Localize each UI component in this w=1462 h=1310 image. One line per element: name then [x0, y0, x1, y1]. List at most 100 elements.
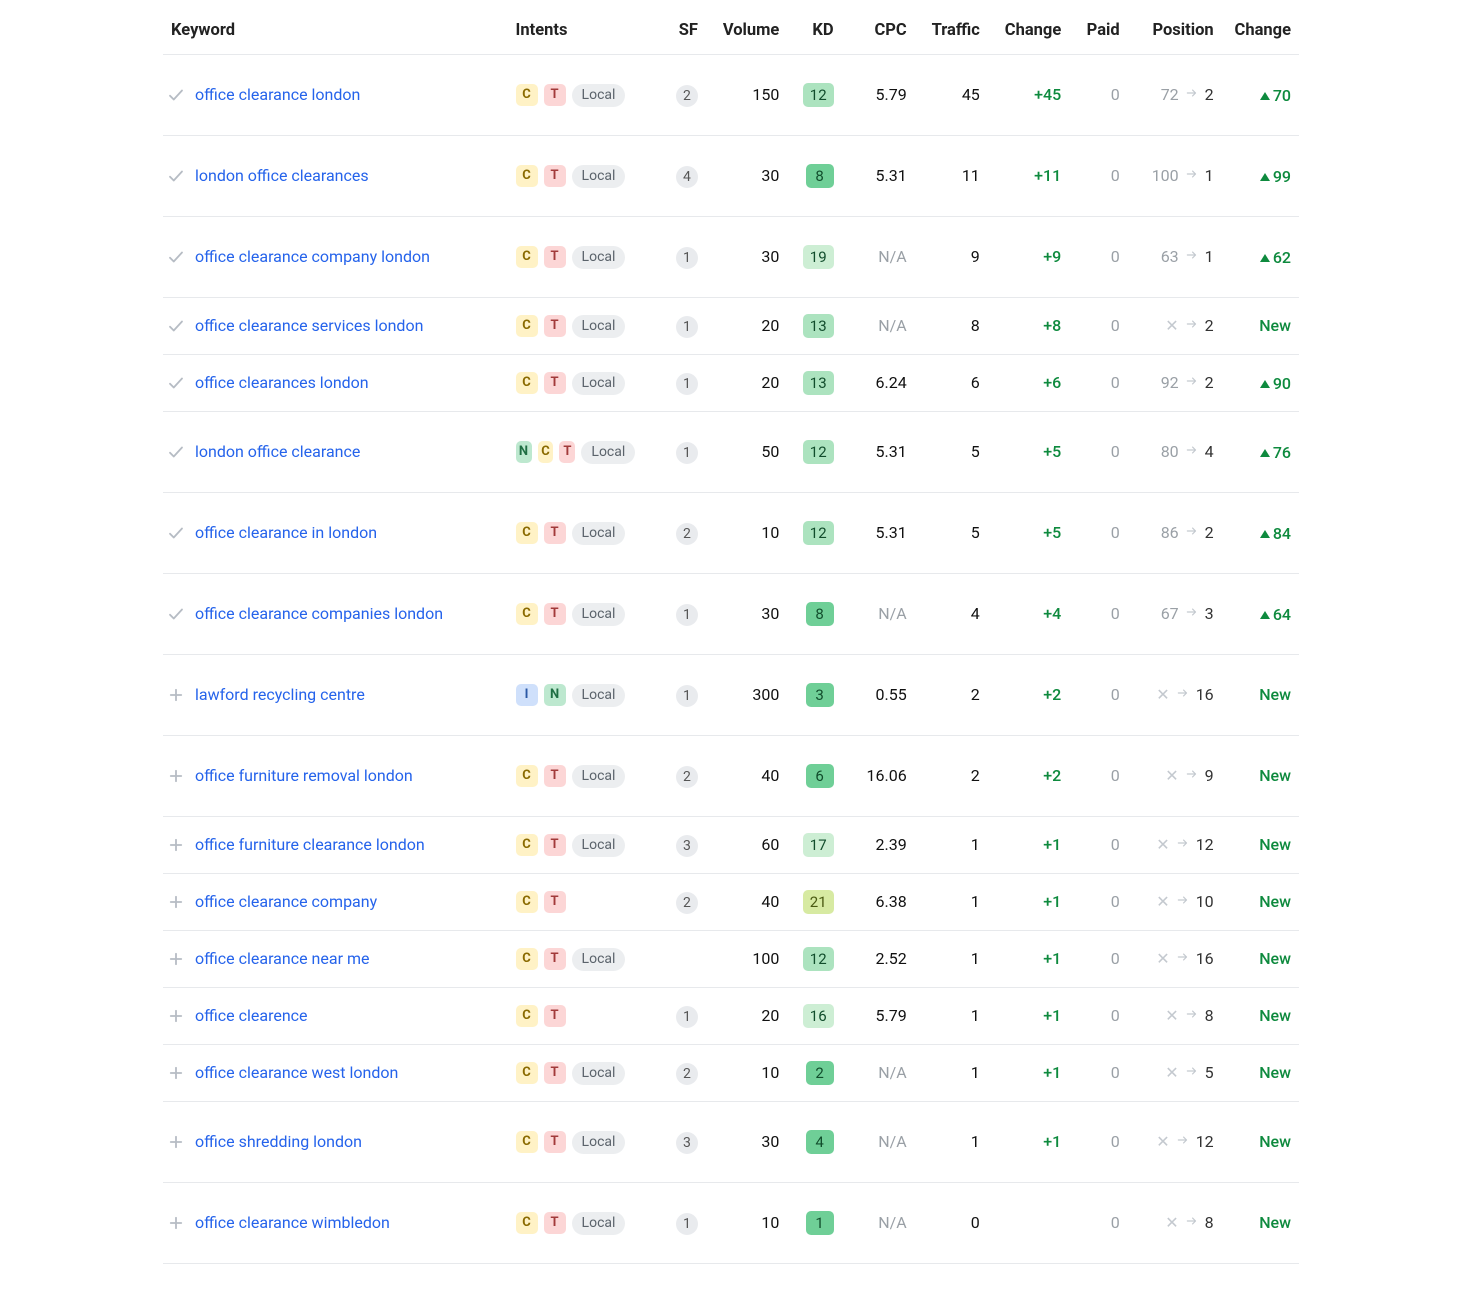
position-value: 804 [1161, 441, 1214, 463]
tracked-icon[interactable] [167, 86, 185, 104]
keyword-link[interactable]: office shredding london [195, 1131, 362, 1153]
close-icon: ✕ [1156, 948, 1169, 970]
add-icon[interactable] [167, 1133, 185, 1151]
intent-badge-t: T [544, 372, 566, 394]
table-row: office clearance wimbledonCTLocal1101N/A… [163, 1183, 1299, 1264]
col-traffic[interactable]: Traffic [915, 10, 988, 55]
tracked-icon[interactable] [167, 248, 185, 266]
traffic-change-value: +45 [1034, 85, 1061, 104]
intents: CTLocal [516, 948, 636, 971]
col-keyword[interactable]: Keyword [163, 10, 508, 55]
volume-value: 20 [761, 316, 779, 335]
add-icon[interactable] [167, 767, 185, 785]
traffic-value: 1 [971, 1132, 980, 1151]
kd-value: 1 [806, 1211, 834, 1235]
add-icon[interactable] [167, 686, 185, 704]
keyword-link[interactable]: office clearances london [195, 372, 369, 394]
keyword-link[interactable]: office clearance company london [195, 246, 430, 268]
keyword-link[interactable]: office furniture clearance london [195, 834, 425, 856]
cpc-value: N/A [878, 1063, 906, 1082]
paid-value: 0 [1111, 949, 1120, 968]
intent-badge-c: C [538, 441, 554, 463]
keyword-link[interactable]: office clearance company [195, 891, 377, 913]
volume-value: 40 [761, 892, 779, 911]
add-icon[interactable] [167, 1214, 185, 1232]
keyword-link[interactable]: office clearance in london [195, 522, 377, 544]
keyword-link[interactable]: office clearance services london [195, 315, 423, 337]
col-position-change[interactable]: Change [1222, 10, 1299, 55]
col-traffic-change[interactable]: Change [988, 10, 1069, 55]
intents: NCTLocal [516, 441, 636, 464]
keyword-link[interactable]: office clearance near me [195, 948, 369, 970]
local-chip: Local [572, 1131, 626, 1154]
add-icon[interactable] [167, 893, 185, 911]
traffic-value: 4 [971, 604, 980, 623]
add-icon[interactable] [167, 1007, 185, 1025]
position-value: 862 [1161, 522, 1214, 544]
keyword-link[interactable]: office furniture removal london [195, 765, 413, 787]
kd-value: 12 [803, 440, 834, 464]
position-to: 1 [1205, 165, 1214, 187]
kd-value: 13 [803, 314, 834, 338]
position-to: 2 [1205, 315, 1214, 337]
col-cpc[interactable]: CPC [842, 10, 915, 55]
position-change-new: New [1259, 684, 1291, 706]
keyword-link[interactable]: london office clearance [195, 441, 360, 463]
kd-value: 12 [803, 947, 834, 971]
add-icon[interactable] [167, 836, 185, 854]
col-kd[interactable]: KD [787, 10, 841, 55]
keyword-link[interactable]: office clearence [195, 1005, 308, 1027]
arrow-right-icon [1185, 1212, 1199, 1234]
tracked-icon[interactable] [167, 443, 185, 461]
paid-value: 0 [1111, 1213, 1120, 1232]
table-row: office clearance in londonCTLocal210125.… [163, 493, 1299, 574]
col-volume[interactable]: Volume [706, 10, 787, 55]
col-sf[interactable]: SF [643, 10, 706, 55]
tracked-icon[interactable] [167, 167, 185, 185]
arrow-right-icon [1185, 246, 1199, 268]
keyword-link[interactable]: office clearance wimbledon [195, 1212, 390, 1234]
volume-value: 100 [752, 949, 779, 968]
keyword-link[interactable]: lawford recycling centre [195, 684, 365, 706]
position-to: 3 [1205, 603, 1214, 625]
intent-badge-c: C [516, 246, 538, 268]
traffic-change-value: +9 [1043, 247, 1061, 266]
volume-value: 300 [752, 685, 779, 704]
traffic-change-value: +1 [1043, 1132, 1061, 1151]
paid-value: 0 [1111, 1132, 1120, 1151]
position-change-new: New [1259, 948, 1291, 970]
traffic-change-value: +1 [1043, 892, 1061, 911]
position-value: ✕2 [1165, 315, 1213, 337]
local-chip: Local [581, 441, 635, 464]
tracked-icon[interactable] [167, 374, 185, 392]
keyword-link[interactable]: office clearance west london [195, 1062, 398, 1084]
arrow-right-icon [1185, 372, 1199, 394]
volume-value: 10 [761, 1213, 779, 1232]
traffic-value: 8 [971, 316, 980, 335]
add-icon[interactable] [167, 950, 185, 968]
traffic-value: 1 [971, 1006, 980, 1025]
keyword-link[interactable]: office clearance companies london [195, 603, 443, 625]
volume-value: 60 [761, 835, 779, 854]
intent-badge-t: T [544, 522, 566, 544]
tracked-icon[interactable] [167, 317, 185, 335]
tracked-icon[interactable] [167, 605, 185, 623]
keyword-link[interactable]: london office clearances [195, 165, 369, 187]
position-change-new: New [1259, 1005, 1291, 1027]
position-change-new: New [1259, 1131, 1291, 1153]
col-intents[interactable]: Intents [508, 10, 644, 55]
volume-value: 10 [761, 1063, 779, 1082]
keyword-link[interactable]: office clearance london [195, 84, 360, 106]
col-paid[interactable]: Paid [1069, 10, 1127, 55]
kd-value: 2 [806, 1061, 834, 1085]
add-icon[interactable] [167, 1064, 185, 1082]
col-position[interactable]: Position [1128, 10, 1222, 55]
intent-badge-c: C [516, 765, 538, 787]
intents: CTLocal [516, 522, 636, 545]
intents: CTLocal [516, 834, 636, 857]
paid-value: 0 [1111, 373, 1120, 392]
position-value: ✕10 [1156, 891, 1213, 913]
position-change-value: 76 [1260, 442, 1291, 464]
traffic-change-value: +1 [1043, 1006, 1061, 1025]
tracked-icon[interactable] [167, 524, 185, 542]
